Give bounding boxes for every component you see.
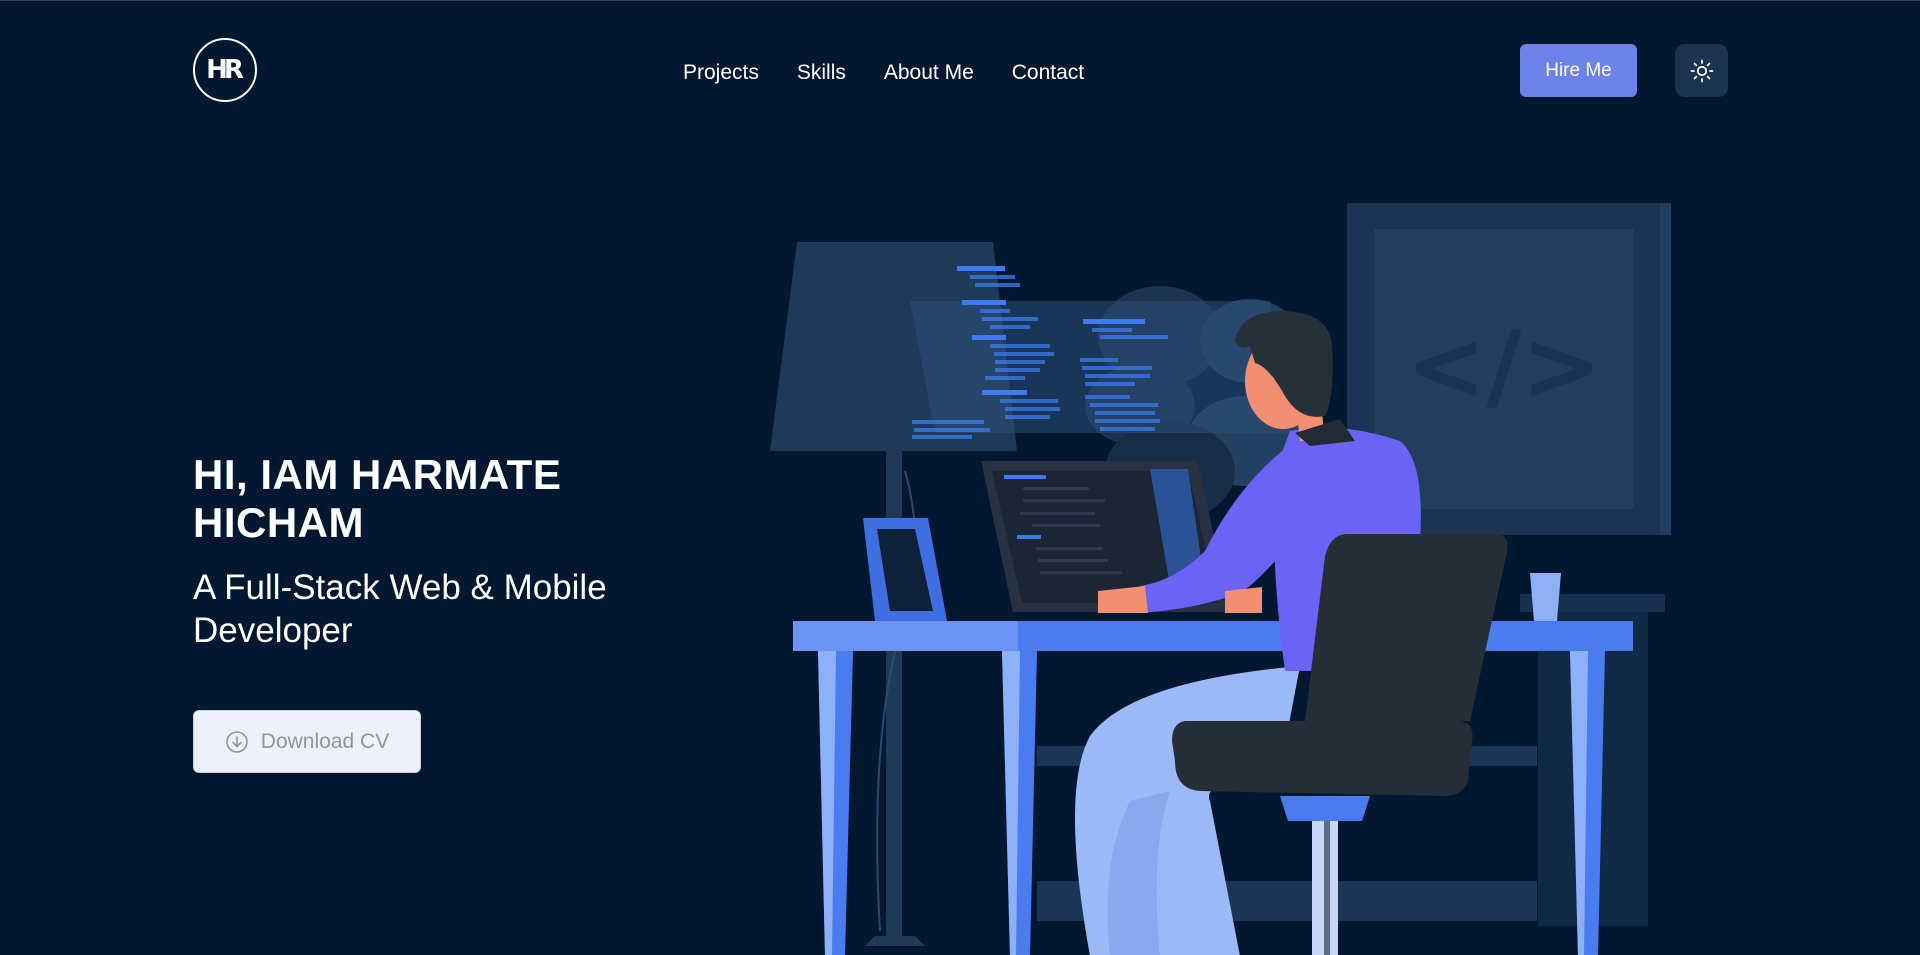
chair-seat — [1172, 721, 1473, 796]
logo-text: HR — [206, 55, 244, 85]
hero-title: HI, IAM HARMATE HICHAM — [193, 451, 562, 546]
logo[interactable]: HR — [193, 38, 257, 102]
chair-back — [1305, 534, 1508, 721]
nav-link-contact[interactable]: Contact — [1012, 61, 1084, 85]
cup — [1530, 573, 1561, 621]
desk-top-left — [793, 621, 1018, 651]
person-hand — [1225, 587, 1262, 613]
download-circle-icon — [225, 730, 249, 754]
chair-column-shade — [1324, 821, 1330, 955]
nav-link-about-me[interactable]: About Me — [884, 61, 974, 85]
page: HR Projects Skills About Me Contact Hire… — [0, 0, 1920, 955]
developer-illustration: </> — [770, 203, 1671, 955]
hire-me-button[interactable]: Hire Me — [1520, 44, 1637, 97]
theme-toggle-button[interactable] — [1675, 44, 1728, 97]
download-cv-label: Download CV — [260, 729, 390, 753]
chair-column-top — [1280, 796, 1370, 821]
download-cv-button[interactable]: Download CV — [193, 710, 421, 773]
lamp-base — [865, 936, 925, 946]
person-ear — [1258, 374, 1276, 398]
nav-link-projects[interactable]: Projects — [683, 61, 759, 85]
main-nav: Projects Skills About Me Contact — [683, 58, 1084, 88]
frame-code-symbol: </> — [1406, 310, 1602, 422]
wall-frame-edge — [1660, 203, 1671, 535]
nav-link-skills[interactable]: Skills — [797, 61, 846, 85]
hero-subtitle: A Full-Stack Web & Mobile Developer — [193, 568, 607, 650]
sun-icon — [1690, 59, 1713, 82]
